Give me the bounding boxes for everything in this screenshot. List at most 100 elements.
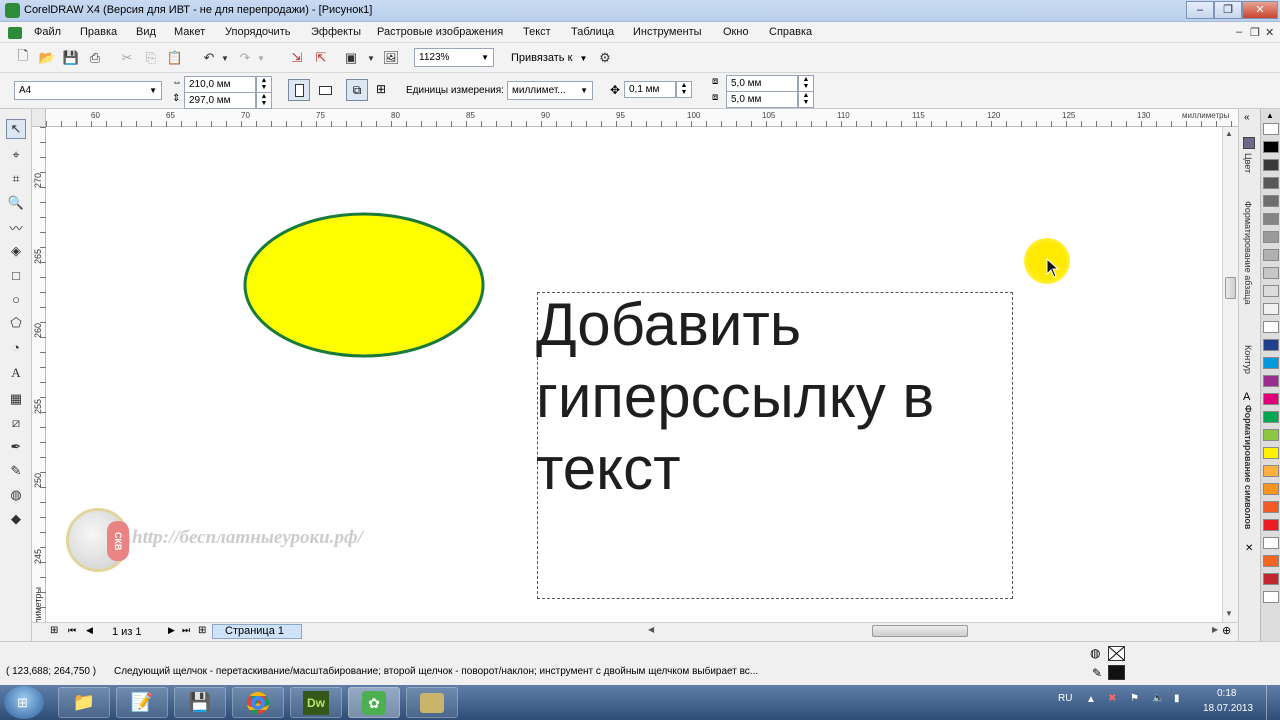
ellipse-tool-icon[interactable]: ○ [6, 289, 26, 309]
palette-swatch[interactable] [1263, 591, 1279, 603]
smart-fill-tool-icon[interactable]: ◈ [6, 241, 26, 261]
page-tab[interactable]: Страница 1 [212, 624, 302, 639]
palette-swatch[interactable] [1263, 339, 1279, 351]
maximize-button[interactable]: ❐ [1214, 1, 1242, 19]
prev-page-icon[interactable]: ◀ [86, 625, 93, 636]
collapse-dockers-icon[interactable]: « [1244, 112, 1250, 123]
paste-icon[interactable]: 📋 [166, 49, 184, 67]
page-width-field[interactable]: 210,0 мм [184, 76, 256, 93]
language-indicator[interactable]: RU [1058, 693, 1072, 704]
new-document-icon[interactable]: 🗋 [14, 48, 32, 67]
palette-swatch[interactable] [1263, 177, 1279, 189]
palette-swatch[interactable] [1263, 537, 1279, 549]
palette-swatch[interactable] [1263, 465, 1279, 477]
vertical-ruler[interactable]: 270 265 260 255 250 245 миллиметры [32, 127, 46, 640]
zoom-level-select[interactable]: 1123% ▼ [414, 48, 494, 67]
scroll-up-icon[interactable]: ▲ [1225, 129, 1233, 138]
palette-swatch[interactable] [1263, 519, 1279, 531]
print-icon[interactable]: ⎙ [86, 49, 104, 67]
page-size-select[interactable]: A4 ▼ [14, 81, 162, 100]
docker-tab-character-formatting[interactable]: Форматирование символов [1243, 405, 1253, 537]
menu-effects[interactable]: Эффекты [311, 26, 361, 38]
menu-view[interactable]: Вид [136, 26, 156, 38]
open-folder-icon[interactable]: 📂 [38, 49, 56, 67]
vertical-scrollbar[interactable]: ▲ ▼ [1222, 127, 1238, 622]
horizontal-ruler[interactable]: 60 65 70 75 80 85 90 95 100 105 110 115 … [46, 109, 1238, 127]
docker-tab-outline[interactable]: Контур [1243, 345, 1253, 381]
palette-swatch[interactable] [1263, 213, 1279, 225]
save-icon[interactable]: 💾 [62, 49, 80, 67]
palette-swatch[interactable] [1263, 357, 1279, 369]
menu-tools[interactable]: Инструменты [633, 26, 702, 38]
taskbar-notepad[interactable]: 📝 [116, 687, 168, 718]
eyedropper-tool-icon[interactable]: ✒ [6, 437, 26, 457]
palette-swatch[interactable] [1263, 159, 1279, 171]
clock-date[interactable]: 18.07.2013 [1203, 703, 1253, 714]
vertical-scroll-thumb[interactable] [1225, 277, 1236, 299]
duplicate-x-field[interactable]: 5,0 мм [726, 75, 798, 92]
scroll-right-icon[interactable]: ▶ [1212, 625, 1218, 634]
taskbar-save[interactable]: 💾 [174, 687, 226, 718]
palette-swatch[interactable] [1263, 375, 1279, 387]
current-page-button[interactable]: ⊞ [370, 79, 392, 101]
menu-edit[interactable]: Правка [80, 26, 117, 38]
last-page-icon[interactable]: ⏭ [182, 625, 190, 636]
pick-tool-icon[interactable]: ↖ [6, 119, 26, 139]
launcher-dropdown-icon[interactable]: ▼ [362, 49, 380, 67]
palette-swatch[interactable] [1263, 321, 1279, 333]
duplicate-x-spinner[interactable]: ▲ ▼ [798, 75, 814, 92]
palette-swatch[interactable] [1263, 303, 1279, 315]
menu-window[interactable]: Окно [723, 26, 749, 38]
palette-swatch[interactable] [1263, 141, 1279, 153]
freehand-tool-icon[interactable]: 〰 [6, 217, 26, 237]
text-tool-icon[interactable]: A [6, 363, 26, 383]
palette-swatch[interactable] [1263, 285, 1279, 297]
palette-swatch[interactable] [1263, 501, 1279, 513]
doc-minimize-icon[interactable]: – [1236, 26, 1242, 38]
navigator-zoom-icon[interactable]: ⊕ [1222, 624, 1231, 637]
volume-icon[interactable]: 🔈 [1152, 693, 1164, 704]
first-page-icon[interactable]: ⏮ [68, 625, 76, 636]
all-pages-button[interactable]: ⧉ [346, 79, 368, 101]
zoom-tool-icon[interactable]: 🔍 [6, 193, 26, 213]
table-tool-icon[interactable]: ▦ [6, 389, 26, 409]
import-icon[interactable]: ⇲ [288, 49, 306, 67]
network-icon[interactable]: ▮ [1174, 693, 1180, 704]
close-window-button[interactable]: ✕ [1242, 1, 1278, 19]
next-page-icon[interactable]: ▶ [168, 625, 175, 636]
shape-tool-icon[interactable]: ⌖ [6, 145, 26, 165]
duplicate-y-field[interactable]: 5,0 мм [726, 91, 798, 108]
doc-close-icon[interactable]: ✕ [1265, 26, 1274, 39]
menu-bitmaps[interactable]: Растровые изображения [377, 26, 503, 38]
export-icon[interactable]: ⇱ [312, 49, 330, 67]
menu-help[interactable]: Справка [769, 26, 812, 38]
palette-swatch[interactable] [1263, 573, 1279, 585]
rectangle-tool-icon[interactable]: □ [6, 265, 26, 285]
menu-file[interactable]: Файл [34, 26, 61, 38]
interactive-fill-tool-icon[interactable]: ◆ [6, 509, 26, 529]
palette-swatch[interactable] [1263, 447, 1279, 459]
taskbar-chrome[interactable] [232, 687, 284, 718]
minimize-button[interactable]: – [1186, 1, 1214, 19]
copy-icon[interactable]: ⎘ [142, 49, 160, 67]
start-button[interactable]: ⊞ [4, 686, 44, 719]
welcome-screen-icon[interactable]: 🖼 [382, 49, 400, 67]
page-width-spinner[interactable]: ▲ ▼ [256, 76, 272, 93]
scroll-left-icon[interactable]: ◀ [648, 625, 654, 634]
duplicate-y-spinner[interactable]: ▲ ▼ [798, 91, 814, 108]
undo-dropdown-icon[interactable]: ▼ [216, 49, 234, 67]
landscape-button[interactable] [314, 79, 336, 101]
add-page-after-icon[interactable]: ⊞ [198, 625, 206, 636]
taskbar-coreldraw[interactable]: ✿ [348, 687, 400, 718]
docker-tab-color[interactable]: Цвет [1243, 153, 1253, 183]
yellow-ellipse[interactable] [242, 211, 486, 361]
palette-scroll-up-icon[interactable]: ▲ [1266, 111, 1274, 120]
palette-swatch[interactable] [1263, 555, 1279, 567]
horizontal-scroll-thumb[interactable] [872, 625, 968, 637]
snap-to-menu[interactable]: Привязать к ▼ [511, 52, 587, 64]
parallel-dimension-tool-icon[interactable]: ⧄ [6, 413, 26, 433]
polygon-tool-icon[interactable]: ⬠ [6, 313, 26, 333]
taskbar-explorer[interactable]: 📁 [58, 687, 110, 718]
crop-tool-icon[interactable]: ⌗ [6, 169, 26, 189]
docker-tab-paragraph-formatting[interactable]: Форматирование абзаца [1243, 201, 1253, 321]
